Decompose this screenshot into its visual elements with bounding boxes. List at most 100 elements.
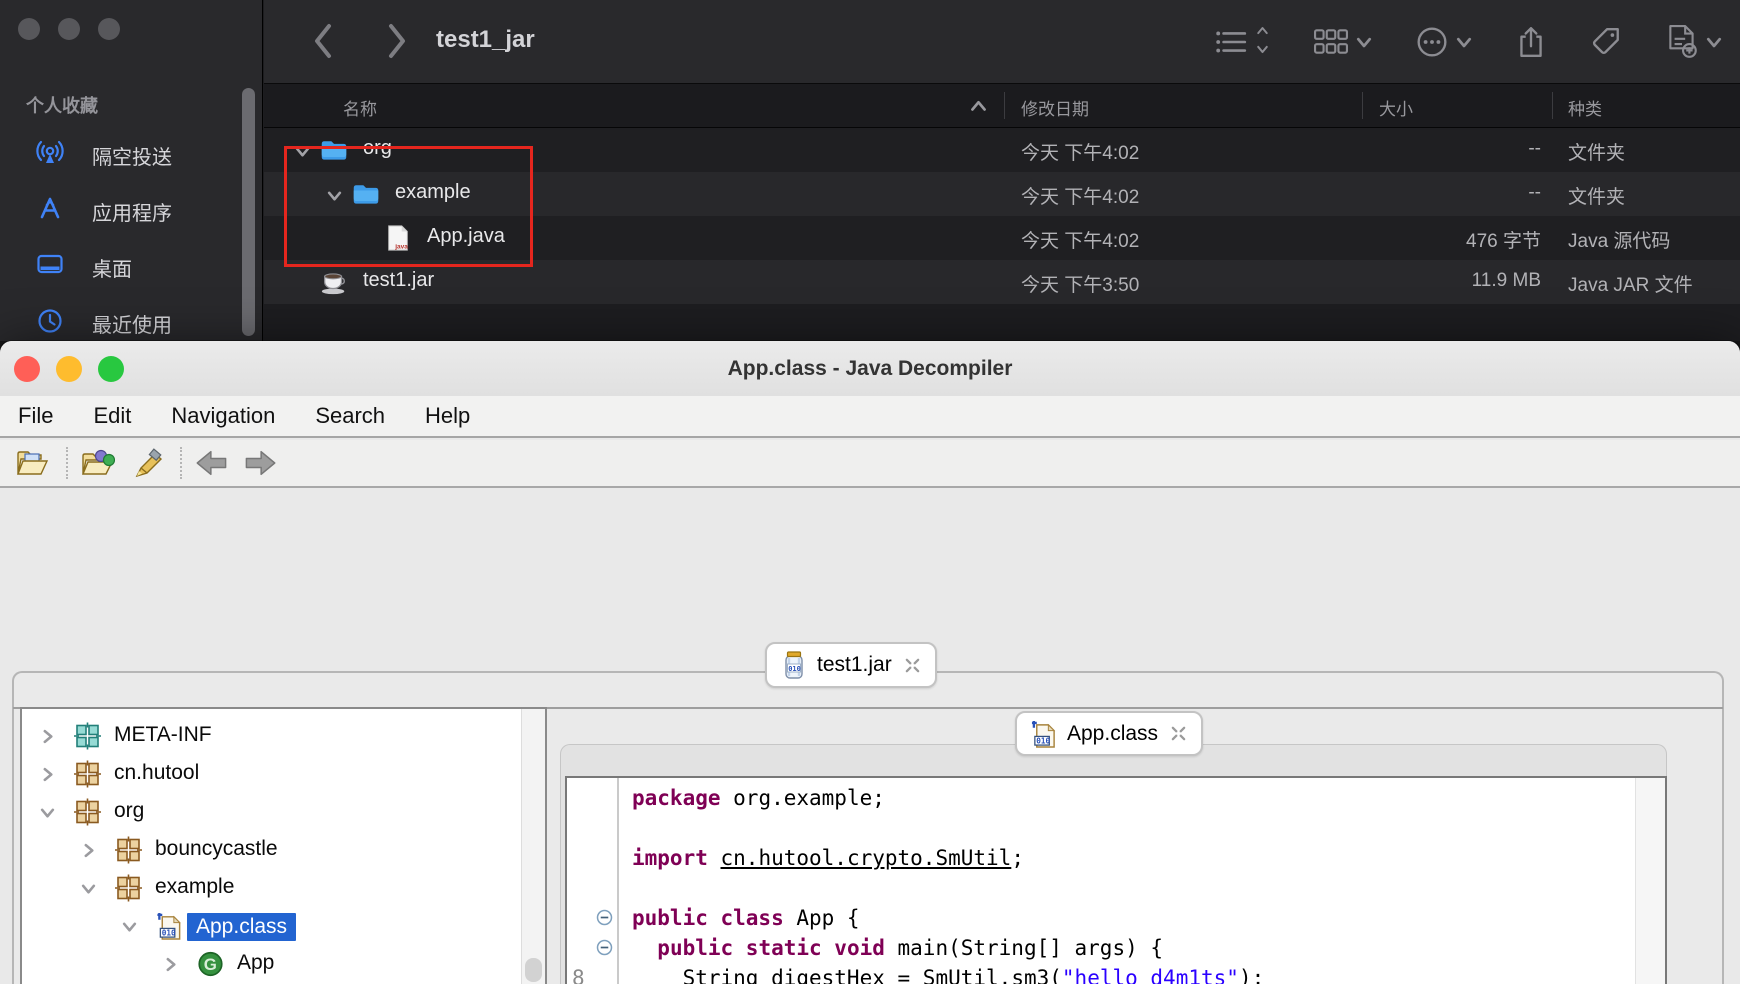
- tree-item-cn-hutool[interactable]: cn.hutool: [22, 755, 545, 793]
- file-kind: Java 源代码: [1568, 226, 1670, 253]
- decompiler-toolbar: [0, 440, 1740, 488]
- tree-item-app-class[interactable]: App.class: [22, 907, 545, 945]
- tree-item-bouncycastle[interactable]: bouncycastle: [22, 831, 545, 869]
- column-divider[interactable]: [1362, 92, 1363, 119]
- tree-item-label: org: [114, 799, 144, 823]
- code-text: package org.example;: [617, 783, 1632, 813]
- disclosure-chevron-icon[interactable]: [81, 881, 96, 896]
- file-size: --: [1344, 182, 1541, 204]
- tab-app-class[interactable]: App.class: [1015, 711, 1203, 756]
- package-teal-icon: [74, 722, 101, 750]
- column-header-size[interactable]: 大小: [1379, 95, 1413, 120]
- back-icon[interactable]: [308, 18, 338, 64]
- forward-button[interactable]: [242, 445, 278, 481]
- tree-item-label: bouncycastle: [155, 837, 278, 861]
- share-button[interactable]: [1516, 25, 1546, 59]
- tab-test1-jar[interactable]: test1.jar: [765, 642, 937, 688]
- file-kind: 文件夹: [1568, 182, 1625, 209]
- decompiler-main: test1.jar META-INF cn.hutool org bouncyc…: [0, 490, 1740, 984]
- sidebar-scrollbar[interactable]: [242, 88, 255, 336]
- sidebar-item-desktop[interactable]: 桌面: [0, 246, 236, 284]
- open-type-button[interactable]: [80, 445, 116, 481]
- tree-item-label: cn.hutool: [114, 761, 199, 785]
- tree-item-label: App.class: [187, 913, 296, 941]
- chevron-down-icon: [1356, 34, 1372, 50]
- disclosure-chevron-icon[interactable]: [81, 843, 96, 858]
- menu-navigation[interactable]: Navigation: [171, 403, 275, 429]
- chevron-updown-icon: [1255, 24, 1270, 60]
- back-button[interactable]: [194, 445, 230, 481]
- open-type-icon: [81, 448, 115, 478]
- file-size: --: [1344, 138, 1541, 160]
- column-header-date[interactable]: 修改日期: [1021, 95, 1089, 120]
- group-view-button[interactable]: [1314, 28, 1372, 56]
- fold-collapse-icon[interactable]: [596, 909, 613, 926]
- tag-button[interactable]: [1590, 26, 1622, 58]
- column-header-name[interactable]: 名称: [343, 95, 377, 120]
- open-file-button[interactable]: [14, 445, 50, 481]
- sidebar-item-applications[interactable]: 应用程序: [0, 190, 236, 228]
- fold-collapse-icon[interactable]: [596, 939, 613, 956]
- tag-icon: [1590, 26, 1622, 58]
- close-icon[interactable]: [904, 657, 921, 674]
- column-divider[interactable]: [1004, 92, 1005, 119]
- disclosure-chevron-icon[interactable]: [40, 767, 55, 782]
- disclosure-chevron-icon[interactable]: [40, 805, 55, 820]
- disclosure-chevron-icon[interactable]: [163, 957, 178, 972]
- tree-scrollbar[interactable]: [521, 709, 545, 984]
- list-view-icon: [1215, 28, 1247, 56]
- menu-file[interactable]: File: [18, 403, 53, 429]
- sidebar-item-label: 应用程序: [92, 197, 172, 226]
- column-divider[interactable]: [1552, 92, 1553, 119]
- menu-search[interactable]: Search: [315, 403, 385, 429]
- tree-item-org[interactable]: org: [22, 793, 545, 831]
- tree-item-app[interactable]: App: [22, 945, 545, 983]
- code-text: String digestHex = SmUtil.sm3("hello d4m…: [617, 963, 1632, 984]
- new-document-button[interactable]: [1666, 24, 1722, 60]
- package-icon: [115, 836, 142, 864]
- tree-item-meta-inf[interactable]: META-INF: [22, 717, 545, 755]
- applications-icon: [36, 195, 64, 223]
- more-actions-button[interactable]: [1416, 26, 1472, 58]
- file-date: 今天 下午4:02: [1021, 138, 1139, 165]
- menu-help[interactable]: Help: [425, 403, 470, 429]
- share-icon: [1516, 25, 1546, 59]
- list-view-button[interactable]: [1215, 24, 1270, 60]
- column-header-kind[interactable]: 种类: [1568, 95, 1602, 120]
- toolbar-separator: [66, 447, 68, 479]
- finder-sidebar: 个人收藏 隔空投送 应用程序 桌面 最近使用: [0, 0, 263, 341]
- sidebar-item-label: 最近使用: [92, 309, 172, 338]
- tree-scrollbar-thumb[interactable]: [525, 958, 542, 982]
- window-zoom-button[interactable]: [98, 18, 120, 40]
- sidebar-item-recents[interactable]: 最近使用: [0, 302, 236, 340]
- airdrop-icon: [36, 139, 64, 167]
- window-minimize-button[interactable]: [58, 18, 80, 40]
- package-tree-panel: META-INF cn.hutool org bouncycastle exam…: [20, 707, 547, 984]
- file-date: 今天 下午4:02: [1021, 182, 1139, 209]
- menu-edit[interactable]: Edit: [93, 403, 131, 429]
- forward-icon[interactable]: [382, 18, 412, 64]
- chevron-down-icon: [1706, 34, 1722, 50]
- sort-ascending-icon[interactable]: [970, 98, 987, 115]
- disclosure-chevron-icon[interactable]: [40, 729, 55, 744]
- decompiler-menubar: File Edit Navigation Search Help: [0, 396, 1740, 438]
- tree-item-example[interactable]: example: [22, 869, 545, 907]
- package-icon: [74, 798, 101, 826]
- window-close-button[interactable]: [18, 18, 40, 40]
- line-number: [567, 903, 595, 933]
- sidebar-item-airdrop[interactable]: 隔空投送: [0, 134, 236, 172]
- decompiler-window: App.class - Java Decompiler File Edit Navi…: [0, 341, 1740, 984]
- search-button[interactable]: [128, 445, 164, 481]
- fold-gutter: [595, 813, 617, 843]
- decompiler-window-title: App.class - Java Decompiler: [0, 357, 1740, 381]
- code-scrollbar[interactable]: [1635, 778, 1665, 984]
- file-kind: 文件夹: [1568, 138, 1625, 165]
- code-line: 8 String digestHex = SmUtil.sm3("hello d…: [567, 963, 1632, 984]
- code-line: public class App {: [567, 903, 1632, 933]
- disclosure-chevron-icon[interactable]: [122, 919, 137, 934]
- close-icon[interactable]: [1170, 725, 1187, 742]
- sidebar-item-label: 桌面: [92, 253, 132, 282]
- code-line: [567, 873, 1632, 903]
- package-icon: [115, 874, 142, 902]
- screen: 个人收藏 隔空投送 应用程序 桌面 最近使用 test1_jar: [0, 0, 1740, 984]
